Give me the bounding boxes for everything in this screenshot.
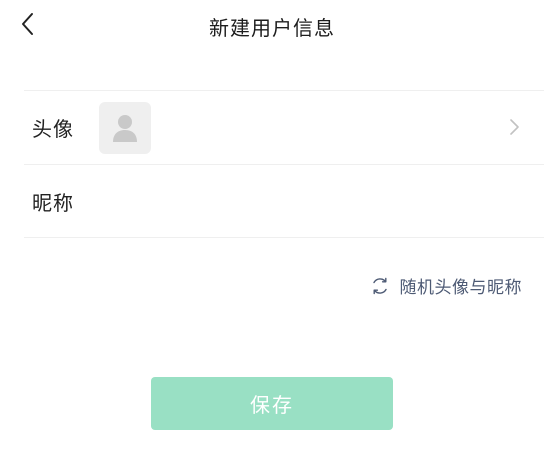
random-link-label: 随机头像与昵称 <box>399 278 522 298</box>
refresh-icon <box>372 277 387 294</box>
nickname-row[interactable]: 昵称 <box>24 165 544 238</box>
random-avatar-nickname-link[interactable]: 随机头像与昵称 <box>370 273 523 298</box>
save-button[interactable]: 保存 <box>151 377 393 430</box>
avatar[interactable] <box>99 102 151 154</box>
header: 新建用户信息 <box>0 0 544 50</box>
page-title: 新建用户信息 <box>209 16 335 40</box>
avatar-row[interactable]: 头像 <box>24 91 544 164</box>
user-placeholder-icon <box>113 115 137 142</box>
avatar-label: 头像 <box>32 117 74 141</box>
chevron-right-icon <box>510 119 519 135</box>
nickname-label: 昵称 <box>32 191 74 215</box>
